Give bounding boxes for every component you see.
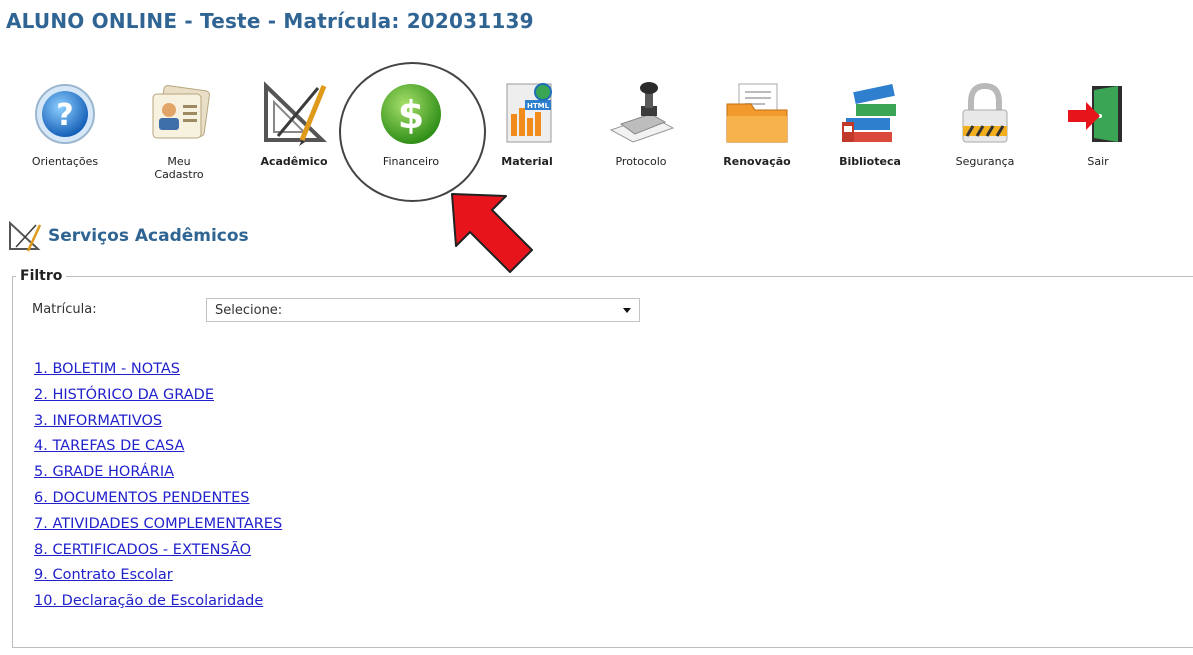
section-title: Serviços Acadêmicos bbox=[8, 216, 249, 256]
exit-door-icon bbox=[1068, 86, 1122, 142]
matricula-label: Matrícula: bbox=[32, 302, 97, 317]
folder-icon bbox=[726, 83, 788, 143]
link-tarefas-casa[interactable]: 4. TAREFAS DE CASA bbox=[34, 434, 282, 460]
toolbar-item-academico[interactable]: Acadêmico bbox=[239, 78, 349, 168]
toolbar-label: Orientações bbox=[31, 155, 99, 168]
stamp-icon bbox=[609, 82, 675, 143]
link-declaracao-escolaridade[interactable]: 10. Declaração de Escolaridade bbox=[34, 589, 282, 615]
toolbar-item-sair[interactable]: Sair bbox=[1043, 78, 1153, 168]
toolbar-label: Material bbox=[501, 155, 553, 168]
toolbar-item-meu-cadastro[interactable]: Meu Cadastro bbox=[124, 78, 234, 181]
help-icon: ? bbox=[35, 84, 95, 144]
books-icon bbox=[842, 83, 896, 142]
link-contrato-escolar[interactable]: 9. Contrato Escolar bbox=[34, 563, 282, 589]
toolbar-label: Sair bbox=[1087, 155, 1109, 168]
html-document-icon: HTML bbox=[506, 83, 552, 143]
svg-text:?: ? bbox=[56, 98, 73, 133]
link-informativos[interactable]: 3. INFORMATIVOS bbox=[34, 409, 282, 435]
service-links: 1. BOLETIM - NOTAS 2. HISTÓRICO DA GRADE… bbox=[34, 357, 282, 615]
toolbar-label: Segurança bbox=[955, 155, 1015, 168]
toolbar-item-biblioteca[interactable]: Biblioteca bbox=[815, 78, 925, 168]
toolbar-label: Biblioteca bbox=[839, 155, 901, 168]
toolbar-label: Acadêmico bbox=[260, 155, 328, 168]
page-title: ALUNO ONLINE - Teste - Matrícula: 202031… bbox=[6, 9, 534, 33]
toolbar-item-material[interactable]: HTML Material bbox=[472, 78, 582, 168]
padlock-icon bbox=[962, 82, 1008, 143]
id-card-icon bbox=[152, 85, 210, 139]
link-certificados-extensao[interactable]: 8. CERTIFICADOS - EXTENSÃO bbox=[34, 538, 282, 564]
link-grade-horaria[interactable]: 5. GRADE HORÁRIA bbox=[34, 460, 282, 486]
highlight-circle bbox=[339, 62, 486, 202]
svg-text:HTML: HTML bbox=[527, 102, 550, 110]
toolbar-label: Renovação bbox=[723, 155, 791, 168]
toolbar-item-protocolo[interactable]: Protocolo bbox=[586, 78, 696, 168]
drafting-tools-icon bbox=[264, 81, 327, 146]
filter-legend: Filtro bbox=[16, 268, 67, 284]
chevron-down-icon bbox=[623, 307, 631, 313]
drafting-tools-icon bbox=[9, 220, 42, 252]
toolbar-item-orientacoes[interactable]: ? Orientações bbox=[10, 78, 120, 168]
link-historico-grade[interactable]: 2. HISTÓRICO DA GRADE bbox=[34, 383, 282, 409]
matricula-select[interactable]: Selecione: bbox=[206, 298, 640, 322]
red-arrow-icon bbox=[451, 193, 533, 273]
toolbar-label: Meu Cadastro bbox=[154, 155, 204, 181]
link-boletim-notas[interactable]: 1. BOLETIM - NOTAS bbox=[34, 357, 282, 383]
section-title-text: Serviços Acadêmicos bbox=[48, 226, 249, 246]
main-toolbar: ? Orientações Meu Cadastro Acadêmico $ F… bbox=[0, 78, 1193, 190]
toolbar-item-renovacao[interactable]: Renovação bbox=[702, 78, 812, 168]
link-atividades-complementares[interactable]: 7. ATIVIDADES COMPLEMENTARES bbox=[34, 512, 282, 538]
toolbar-label: Protocolo bbox=[615, 155, 667, 168]
link-documentos-pendentes[interactable]: 6. DOCUMENTOS PENDENTES bbox=[34, 486, 282, 512]
matricula-select-value: Selecione: bbox=[215, 302, 283, 318]
toolbar-item-seguranca[interactable]: Segurança bbox=[930, 78, 1040, 168]
